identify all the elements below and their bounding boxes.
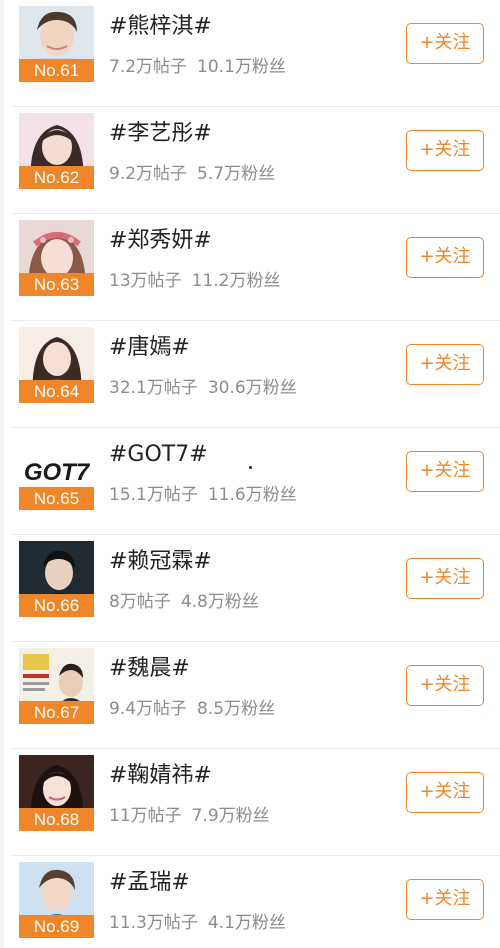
- row-edge: [0, 428, 4, 535]
- fan-count: 4.8万粉丝: [180, 592, 259, 612]
- stray-dot: [249, 466, 252, 469]
- topic-stats: 11万帖子 7.9万粉丝: [109, 804, 270, 828]
- post-count: 11万帖子: [109, 806, 182, 826]
- post-count: 32.1万帖子: [109, 378, 198, 398]
- topic-row[interactable]: No.67 #魏晨# 9.4万帖子 8.5万粉丝 +关注: [0, 642, 500, 749]
- row-edge: [0, 107, 4, 214]
- rank-badge: No.62: [19, 166, 94, 189]
- row-edge: [0, 214, 4, 321]
- topic-row[interactable]: No.68 #鞠婧祎# 11万帖子 7.9万粉丝 +关注: [0, 749, 500, 856]
- fan-count: 30.6万粉丝: [207, 378, 297, 398]
- topic-row[interactable]: No.62 #李艺彤# 9.2万帖子 5.7万粉丝 +关注: [0, 107, 500, 214]
- rank-badge: No.61: [19, 59, 94, 82]
- fan-count: 5.7万粉丝: [197, 164, 276, 184]
- post-count: 7.2万帖子: [109, 57, 188, 77]
- topic-stats: 15.1万帖子 11.6万粉丝: [109, 483, 297, 507]
- topic-row[interactable]: GOT7 No.65 #GOT7# 15.1万帖子 11.6万粉丝 +关注: [0, 428, 500, 535]
- fan-count: 11.2万粉丝: [191, 271, 281, 291]
- post-count: 9.4万帖子: [109, 699, 188, 719]
- topic-stats: 32.1万帖子 30.6万粉丝: [109, 376, 297, 400]
- post-count: 8万帖子: [109, 592, 171, 612]
- fan-count: 10.1万粉丝: [197, 57, 286, 77]
- follow-button[interactable]: +关注: [406, 130, 484, 171]
- topic-stats: 9.2万帖子 5.7万粉丝: [109, 162, 275, 186]
- topic-title[interactable]: #鞠婧祎#: [109, 761, 212, 791]
- topic-stats: 8万帖子 4.8万粉丝: [109, 590, 259, 614]
- follow-button[interactable]: +关注: [406, 665, 484, 706]
- post-count: 11.3万帖子: [109, 913, 198, 933]
- topic-title[interactable]: #熊梓淇#: [109, 12, 212, 42]
- row-edge: [0, 321, 4, 428]
- row-edge: [0, 749, 4, 856]
- follow-button[interactable]: +关注: [406, 558, 484, 599]
- topic-row[interactable]: No.61 #熊梓淇# 7.2万帖子 10.1万粉丝 +关注: [0, 0, 500, 107]
- follow-button[interactable]: +关注: [406, 23, 484, 64]
- rank-badge: No.65: [19, 487, 94, 510]
- follow-button[interactable]: +关注: [406, 237, 484, 278]
- topic-row[interactable]: No.63 #郑秀妍# 13万帖子 11.2万粉丝 +关注: [0, 214, 500, 321]
- rank-badge: No.68: [19, 808, 94, 831]
- topic-row[interactable]: No.69 #孟瑞# 11.3万帖子 4.1万粉丝 +关注: [0, 856, 500, 948]
- topic-row[interactable]: No.66 #赖冠霖# 8万帖子 4.8万粉丝 +关注: [0, 535, 500, 642]
- rank-badge: No.63: [19, 273, 94, 296]
- follow-button[interactable]: +关注: [406, 344, 484, 385]
- post-count: 9.2万帖子: [109, 164, 188, 184]
- fan-count: 11.6万粉丝: [207, 485, 297, 505]
- fan-count: 4.1万粉丝: [207, 913, 286, 933]
- topic-stats: 11.3万帖子 4.1万粉丝: [109, 911, 286, 935]
- post-count: 13万帖子: [109, 271, 182, 291]
- svg-text:GOT7: GOT7: [24, 459, 91, 486]
- row-edge: [0, 535, 4, 642]
- topic-title[interactable]: #魏晨#: [109, 654, 190, 684]
- row-edge: [0, 0, 4, 107]
- rank-badge: No.69: [19, 915, 94, 938]
- follow-button[interactable]: +关注: [406, 451, 484, 492]
- topic-title[interactable]: #郑秀妍#: [109, 226, 212, 256]
- topic-stats: 9.4万帖子 8.5万粉丝: [109, 697, 275, 721]
- follow-button[interactable]: +关注: [406, 879, 484, 920]
- rank-badge: No.67: [19, 701, 94, 724]
- topic-title[interactable]: #赖冠霖#: [109, 547, 212, 577]
- topic-title[interactable]: #李艺彤#: [109, 119, 212, 149]
- fan-count: 8.5万粉丝: [197, 699, 276, 719]
- post-count: 15.1万帖子: [109, 485, 198, 505]
- topic-stats: 13万帖子 11.2万粉丝: [109, 269, 281, 293]
- fan-count: 7.9万粉丝: [191, 806, 270, 826]
- topic-title[interactable]: #唐嫣#: [109, 333, 190, 363]
- topic-stats: 7.2万帖子 10.1万粉丝: [109, 55, 286, 79]
- rank-badge: No.64: [19, 380, 94, 403]
- topic-title[interactable]: #孟瑞#: [109, 868, 190, 898]
- follow-button[interactable]: +关注: [406, 772, 484, 813]
- rank-badge: No.66: [19, 594, 94, 617]
- topic-row[interactable]: No.64 #唐嫣# 32.1万帖子 30.6万粉丝 +关注: [0, 321, 500, 428]
- row-edge: [0, 856, 4, 948]
- topic-title[interactable]: #GOT7#: [109, 440, 208, 470]
- row-edge: [0, 642, 4, 749]
